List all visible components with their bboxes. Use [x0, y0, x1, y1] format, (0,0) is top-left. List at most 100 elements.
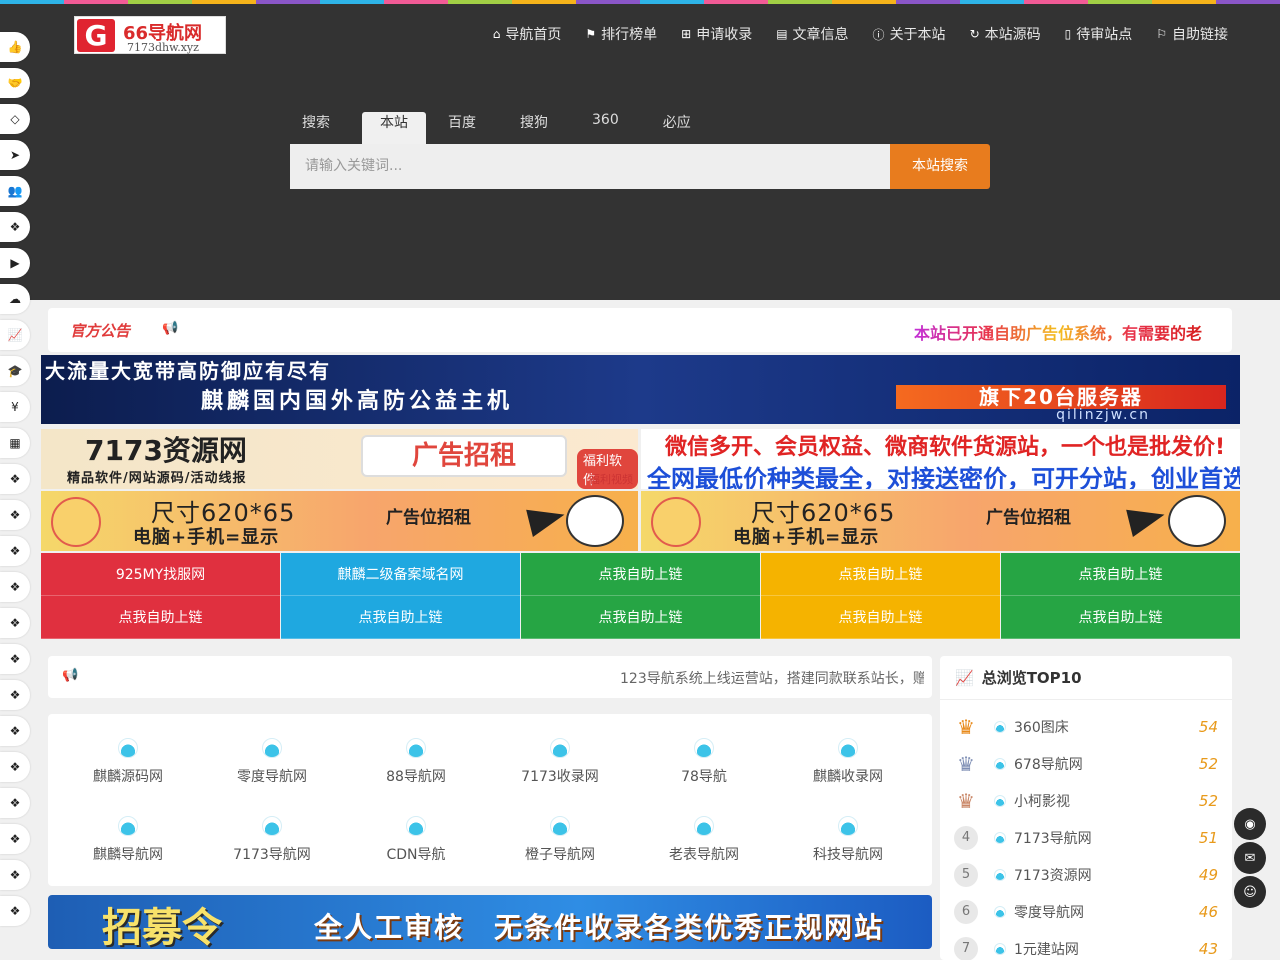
site-card[interactable]: 88导航网 — [344, 738, 488, 786]
cubes-icon[interactable]: ❖ — [0, 896, 30, 926]
top10-row[interactable]: ♛ 678导航网 52 — [954, 749, 1218, 779]
cubes-icon[interactable]: ❖ — [0, 716, 30, 746]
site-card[interactable]: 麒麟源码网 — [56, 738, 200, 786]
cubes-icon[interactable]: ❖ — [0, 788, 30, 818]
site-card[interactable]: CDN导航 — [344, 816, 488, 864]
news-text[interactable]: 123导航系统上线运营站，搭建同款联系站长，赠 — [620, 668, 924, 688]
bullhorn-icon: 📢 — [162, 321, 179, 336]
search-input[interactable]: 请输入关键词... — [290, 144, 890, 189]
nav-item-6[interactable]: ↻ 本站源码 — [970, 24, 1041, 44]
top10-panel: 📈 总浏览TOP10 ♛ 360图床 54 ♛ 678导航网 52 ♛ 小柯影视 52 4 7173… — [940, 656, 1232, 960]
announcement-marquee[interactable]: 本站已开通自助广告位系统，有需要的老 — [914, 320, 1224, 344]
search-tab-4[interactable]: 搜狗 — [508, 112, 560, 144]
banner-ad-slot-2[interactable]: 尺寸620*65 电脑+手机=显示 广告位招租 — [641, 491, 1240, 551]
banner-qilin-domain: qilinzjw.cn — [1056, 407, 1150, 423]
top10-row[interactable]: 6 零度导航网 46 — [954, 897, 1218, 927]
handshake-icon: ⚐ — [1156, 27, 1167, 41]
banner-wechat[interactable]: 微信多开、会员权益、微商软件货源站，一个也是批发价! 全网最低价种类最全，对接送… — [641, 429, 1240, 489]
yen-icon[interactable]: ¥ — [0, 392, 30, 422]
banner-7173[interactable]: 7173资源网 精品软件/网站源码/活动线报 广告招租 福利软件 福利视频 — [41, 429, 638, 489]
self-link-8[interactable]: 点我自助上链 — [521, 596, 760, 639]
site-card[interactable]: 老表导航网 — [632, 816, 776, 864]
banner-qilin-host[interactable]: 大流量大宽带高防御应有尽有 麒麟国内国外高防公益主机 旗下20台服务器 qili… — [41, 355, 1240, 424]
stripe-segment — [640, 0, 704, 4]
cubes-icon[interactable]: ❖ — [0, 824, 30, 854]
top10-row[interactable]: ♛ 小柯影视 52 — [954, 786, 1218, 816]
site-card[interactable]: 7173收录网 — [488, 738, 632, 786]
self-link-7[interactable]: 点我自助上链 — [281, 596, 520, 639]
recruit-banner[interactable]: 招募令 全人工审核 无条件收录各类优秀正规网站 — [48, 895, 932, 949]
site-card[interactable]: 78导航 — [632, 738, 776, 786]
self-link-1[interactable]: 925MY找服网 — [41, 553, 280, 596]
self-link-6[interactable]: 点我自助上链 — [41, 596, 280, 639]
nav-item-4[interactable]: ▤ 文章信息 — [776, 24, 848, 44]
search-tab-1[interactable]: 搜索 — [290, 112, 342, 144]
site-card[interactable]: 零度导航网 — [200, 738, 344, 786]
site-logo[interactable]: G 66导航网 7173dhw.xyz — [74, 16, 226, 54]
nav-item-8[interactable]: ⚐ 自助链接 — [1156, 24, 1228, 44]
cubes-icon[interactable]: ❖ — [0, 680, 30, 710]
self-link-5[interactable]: 点我自助上链 — [1001, 553, 1240, 596]
search-button[interactable]: 本站搜索 — [890, 144, 990, 189]
grid-icon[interactable]: ▦ — [0, 428, 30, 458]
stripe-segment — [960, 0, 1024, 4]
self-link-10[interactable]: 点我自助上链 — [1001, 596, 1240, 639]
cubes-icon[interactable]: ❖ — [0, 860, 30, 890]
top10-row[interactable]: 7 1元建站网 43 — [954, 934, 1218, 960]
cubes-icon[interactable]: ❖ — [0, 212, 30, 242]
cloud-icon[interactable]: ☁ — [0, 284, 30, 314]
cubes-icon[interactable]: ❖ — [0, 464, 30, 494]
youtube-icon[interactable]: ▶ — [0, 248, 30, 278]
site-card[interactable]: 橙子导航网 — [488, 816, 632, 864]
file-icon: ▯ — [1064, 27, 1072, 41]
graduation-cap-icon[interactable]: 🎓 — [0, 356, 30, 386]
bullhorn-icon: 📢 — [62, 668, 79, 683]
site-card[interactable]: 科技导航网 — [776, 816, 920, 864]
top10-view-count: 52 — [1198, 792, 1218, 810]
self-link-4[interactable]: 点我自助上链 — [761, 553, 1000, 596]
qq-icon[interactable]: ◉ — [1234, 808, 1266, 840]
thumbs-up-icon[interactable]: 👍 — [0, 32, 30, 62]
search-tab-3[interactable]: 百度 — [436, 112, 488, 144]
wechat-icon[interactable]: ☺ — [1234, 876, 1266, 908]
cubes-icon[interactable]: ❖ — [0, 608, 30, 638]
stripe-segment — [896, 0, 960, 4]
paper-plane-icon[interactable]: ➤ — [0, 140, 30, 170]
cat-illustration-icon — [566, 495, 624, 547]
top10-row[interactable]: 5 7173资源网 49 — [954, 860, 1218, 890]
search-tab-5[interactable]: 360 — [580, 112, 631, 144]
cubes-icon[interactable]: ❖ — [0, 536, 30, 566]
nav-item-label: 本站源码 — [984, 27, 1041, 43]
chart-line-icon[interactable]: 📈 — [0, 320, 30, 350]
cubes-icon[interactable]: ❖ — [0, 572, 30, 602]
nav-item-1[interactable]: ⌂ 导航首页 — [493, 24, 562, 44]
site-favicon-icon — [994, 906, 1006, 918]
cubes-icon[interactable]: ❖ — [0, 500, 30, 530]
self-link-9[interactable]: 点我自助上链 — [761, 596, 1000, 639]
site-card[interactable]: 7173导航网 — [200, 816, 344, 864]
girl-illustration-icon — [51, 497, 101, 547]
self-link-3[interactable]: 点我自助上链 — [521, 553, 760, 596]
nav-item-5[interactable]: ⓘ 关于本站 — [873, 24, 946, 44]
site-favicon-icon — [694, 738, 714, 758]
nav-item-7[interactable]: ▯ 待审站点 — [1065, 24, 1133, 44]
home-icon: ⌂ — [492, 27, 501, 41]
nav-item-2[interactable]: ⚑ 排行榜单 — [585, 24, 657, 44]
search-tab-2[interactable]: 本站 — [362, 112, 426, 144]
handshake-icon[interactable]: 🤝 — [0, 68, 30, 98]
envelope-icon[interactable]: ✉ — [1234, 842, 1266, 874]
diamond-icon[interactable]: ◇ — [0, 104, 30, 134]
self-link-2[interactable]: 麒麟二级备案域名网 — [281, 553, 520, 596]
cubes-icon[interactable]: ❖ — [0, 644, 30, 674]
users-icon[interactable]: 👥 — [0, 176, 30, 206]
top10-row[interactable]: ♛ 360图床 54 — [954, 712, 1218, 742]
top10-row[interactable]: 4 7173导航网 51 — [954, 823, 1218, 853]
site-card[interactable]: 麒麟收录网 — [776, 738, 920, 786]
banner-ad-slot-1[interactable]: 尺寸620*65 电脑+手机=显示 广告位招租 — [41, 491, 638, 551]
search-tab-6[interactable]: 必应 — [651, 112, 703, 144]
banner-7173-title: 7173资源网 — [85, 434, 247, 467]
cubes-icon[interactable]: ❖ — [0, 752, 30, 782]
nav-item-3[interactable]: ⊞ 申请收录 — [681, 24, 752, 44]
site-card[interactable]: 麒麟导航网 — [56, 816, 200, 864]
stripe-segment — [1216, 0, 1280, 4]
